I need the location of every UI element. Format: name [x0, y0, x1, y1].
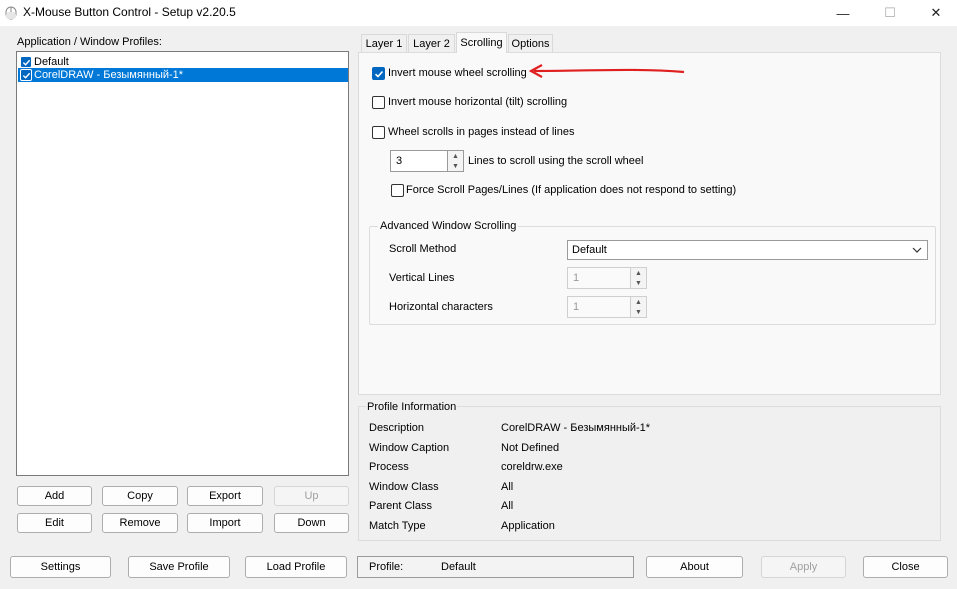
settings-button[interactable]: Settings: [10, 556, 111, 578]
about-button[interactable]: About: [646, 556, 743, 578]
vertical-lines-label: Vertical Lines: [389, 272, 455, 284]
invert-wheel-label: Invert mouse wheel scrolling: [388, 67, 527, 79]
scroll-method-value: Default: [572, 244, 607, 256]
tab-scrolling[interactable]: Scrolling: [456, 32, 507, 53]
info-window-class-key: Window Class: [369, 481, 439, 493]
horizontal-chars-label: Horizontal characters: [389, 301, 493, 313]
status-value: Default: [441, 561, 476, 573]
list-item[interactable]: CorelDRAW - Безымянный-1*: [18, 68, 348, 82]
up-button[interactable]: Up: [274, 486, 349, 506]
spin-up-icon[interactable]: ▲: [448, 151, 463, 161]
scroll-pages-checkbox[interactable]: [372, 126, 385, 139]
horizontal-chars-input[interactable]: 1: [567, 296, 631, 318]
lines-spin-input[interactable]: 3: [390, 150, 448, 172]
status-field: Profile: Default: [357, 556, 634, 578]
vertical-lines-spin-buttons[interactable]: ▲ ▼: [630, 267, 647, 289]
invert-wheel-checkbox[interactable]: [372, 67, 385, 80]
checkbox-checked-icon[interactable]: [20, 56, 32, 68]
down-button[interactable]: Down: [274, 513, 349, 533]
info-match-type-key: Match Type: [369, 520, 426, 532]
copy-button[interactable]: Copy: [102, 486, 178, 506]
force-scroll-checkbox[interactable]: [391, 184, 404, 197]
list-item-label: CorelDRAW - Безымянный-1*: [34, 69, 184, 81]
app-icon: [5, 6, 17, 20]
tab-layer-1[interactable]: Layer 1: [361, 34, 407, 52]
info-window-class-value: All: [501, 481, 514, 493]
profiles-label: Application / Window Profiles:: [17, 36, 162, 48]
profile-list[interactable]: Default CorelDRAW - Безымянный-1*: [16, 51, 349, 476]
minimize-button[interactable]: —: [820, 0, 866, 26]
spin-down-icon[interactable]: ▼: [448, 161, 463, 171]
info-match-type-value: Application: [501, 520, 555, 532]
spin-up-icon[interactable]: ▲: [631, 268, 646, 278]
export-button[interactable]: Export: [187, 486, 263, 506]
tab-layer-2[interactable]: Layer 2: [408, 34, 455, 52]
save-profile-button[interactable]: Save Profile: [128, 556, 230, 578]
invert-tilt-checkbox[interactable]: [372, 96, 385, 109]
chevron-down-icon: [912, 247, 922, 253]
close-window-button[interactable]: ✕: [913, 0, 957, 26]
scroll-method-select[interactable]: Default: [567, 240, 928, 260]
vertical-lines-input[interactable]: 1: [567, 267, 631, 289]
window-title: X-Mouse Button Control - Setup v2.20.5: [23, 5, 236, 19]
info-description-value: CorelDRAW - Безымянный-1*: [501, 422, 651, 434]
spin-up-icon[interactable]: ▲: [631, 297, 646, 307]
annotation-arrow-icon: [528, 64, 685, 78]
list-item-label: Default: [34, 56, 69, 68]
status-label: Profile:: [369, 561, 404, 573]
spin-down-icon[interactable]: ▼: [631, 278, 646, 288]
info-caption-key: Window Caption: [369, 442, 450, 454]
info-process-key: Process: [369, 461, 409, 473]
edit-button[interactable]: Edit: [17, 513, 92, 533]
minimize-icon: —: [836, 5, 850, 21]
spin-down-icon[interactable]: ▼: [631, 307, 646, 317]
checkbox-checked-icon[interactable]: [20, 69, 32, 81]
info-parent-class-key: Parent Class: [369, 500, 432, 512]
scroll-method-label: Scroll Method: [389, 243, 457, 255]
info-caption-value: Not Defined: [501, 442, 560, 454]
scroll-pages-label: Wheel scrolls in pages instead of lines: [388, 126, 575, 138]
maximize-icon: ☐: [884, 5, 896, 20]
lines-label: Lines to scroll using the scroll wheel: [468, 155, 644, 167]
maximize-button[interactable]: ☐: [867, 0, 913, 26]
import-button[interactable]: Import: [187, 513, 263, 533]
profile-info-title: Profile Information: [366, 401, 458, 413]
load-profile-button[interactable]: Load Profile: [245, 556, 347, 578]
apply-button[interactable]: Apply: [761, 556, 846, 578]
close-icon: ✕: [930, 5, 942, 20]
advanced-scrolling-title: Advanced Window Scrolling: [378, 220, 519, 232]
horizontal-chars-spin-buttons[interactable]: ▲ ▼: [630, 296, 647, 318]
info-description-key: Description: [369, 422, 425, 434]
list-item[interactable]: Default: [18, 55, 349, 69]
add-button[interactable]: Add: [17, 486, 92, 506]
close-button[interactable]: Close: [863, 556, 948, 578]
info-process-value: coreldrw.exe: [501, 461, 563, 473]
tab-options[interactable]: Options: [508, 34, 553, 52]
invert-tilt-label: Invert mouse horizontal (tilt) scrolling: [388, 96, 568, 108]
remove-button[interactable]: Remove: [102, 513, 178, 533]
info-parent-class-value: All: [501, 500, 514, 512]
force-scroll-label: Force Scroll Pages/Lines (If application…: [406, 184, 737, 196]
lines-spin-buttons[interactable]: ▲ ▼: [447, 150, 464, 172]
